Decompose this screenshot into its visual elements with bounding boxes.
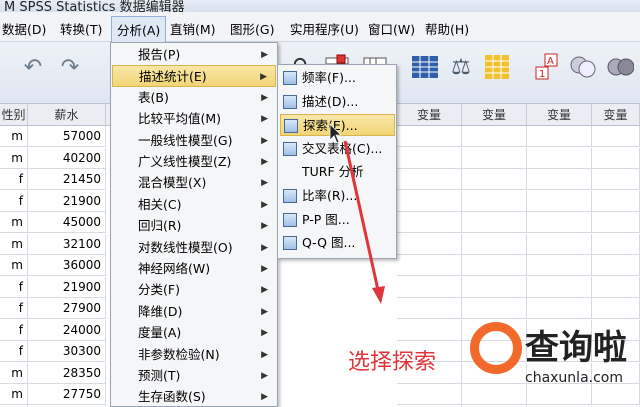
watermark-brand: 查询啦 (525, 328, 627, 368)
watermark-logo-icon (470, 322, 522, 374)
watermark: 查询啦 chaxunla.com (470, 318, 640, 407)
annotation-text: 选择探索 (348, 350, 437, 375)
watermark-url: chaxunla.com (525, 370, 623, 386)
